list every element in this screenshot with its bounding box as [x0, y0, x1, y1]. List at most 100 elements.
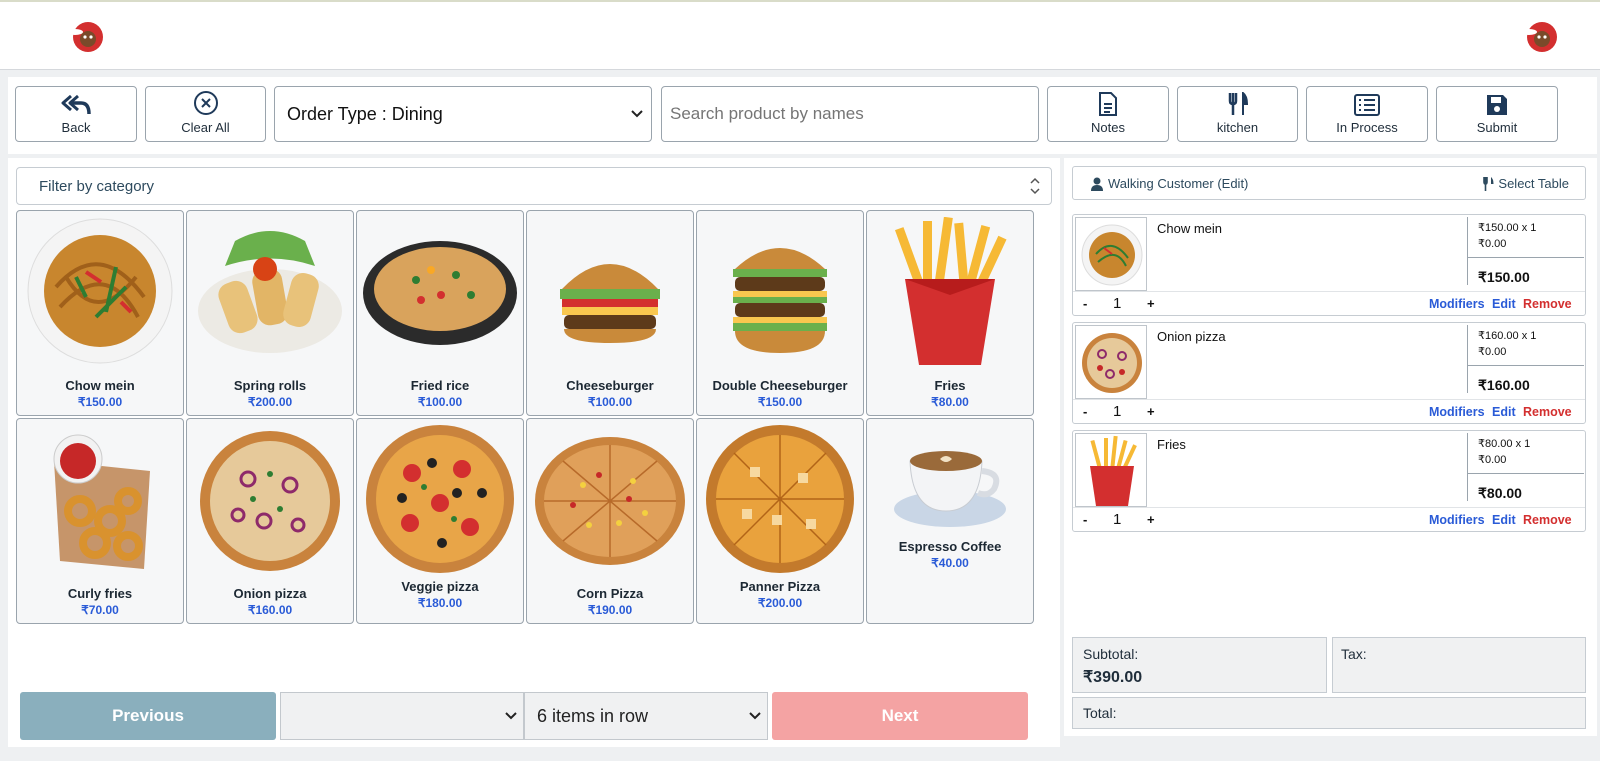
select-table-button[interactable]: Select Table — [1482, 176, 1569, 191]
product-card-espresso-coffee[interactable]: Espresso Coffee ₹40.00 — [866, 418, 1034, 624]
product-price: ₹70.00 — [81, 603, 119, 617]
order-type-select[interactable]: Order Type : Dining — [274, 86, 652, 142]
quantity-value[interactable]: 1 — [1113, 511, 1121, 528]
previous-button[interactable]: Previous — [20, 692, 276, 740]
increment-button[interactable]: + — [1147, 512, 1155, 527]
edit-link[interactable]: Edit — [1492, 513, 1516, 527]
subtotal-box: Subtotal: ₹390.00 — [1072, 637, 1327, 693]
order-item-price-box: ₹160.00 x 1 ₹0.00 ₹160.00 — [1467, 325, 1584, 393]
decrement-button[interactable]: - — [1083, 404, 1087, 419]
order-item-price-box: ₹80.00 x 1 ₹0.00 ₹80.00 — [1467, 433, 1584, 501]
product-card-double-cheeseburger[interactable]: Double Cheeseburger ₹150.00 — [696, 210, 864, 416]
items-per-row-value: 6 items in row — [537, 705, 649, 726]
order-item-controls: - 1 + Modifiers Edit Remove — [1073, 399, 1585, 423]
product-card-spring-rolls[interactable]: Spring rolls ₹200.00 — [186, 210, 354, 416]
order-item-total: ₹160.00 — [1478, 377, 1530, 393]
chevron-down-icon — [631, 110, 643, 118]
order-item-discount-line: ₹0.00 — [1478, 454, 1507, 466]
reply-all-icon — [61, 94, 91, 115]
product-price: ₹180.00 — [417, 596, 463, 610]
customer-bar: Walking Customer (Edit) Select Table — [1072, 166, 1586, 200]
quantity-value[interactable]: 1 — [1113, 295, 1121, 312]
utensils-icon — [1228, 92, 1248, 115]
next-label: Next — [881, 706, 919, 725]
order-item-thumbnail — [1075, 217, 1147, 291]
decrement-button[interactable]: - — [1083, 512, 1087, 527]
remove-link[interactable]: Remove — [1523, 297, 1572, 311]
product-card-curly-fries[interactable]: Curly fries ₹70.00 — [16, 418, 184, 624]
order-item-unit-line: ₹150.00 x 1 — [1478, 222, 1537, 234]
items-per-row-select[interactable]: 6 items in row — [524, 692, 768, 740]
in-process-label: In Process — [1336, 120, 1398, 135]
product-name: Spring rolls — [233, 378, 307, 393]
increment-button[interactable]: + — [1147, 296, 1155, 311]
utensils-icon — [1483, 176, 1494, 191]
subtotal-label: Subtotal: — [1083, 646, 1139, 662]
product-panel: Filter by category Chow mein ₹150.00 Spr… — [8, 158, 1060, 747]
clear-all-button[interactable]: Clear All — [145, 86, 266, 142]
total-box: Total: — [1072, 697, 1586, 729]
product-card-fries[interactable]: Fries ₹80.00 — [866, 210, 1034, 416]
order-item-discount-line: ₹0.00 — [1478, 238, 1507, 250]
updown-chevron-icon — [1030, 177, 1040, 195]
product-price: ₹200.00 — [247, 395, 293, 409]
submit-button[interactable]: Submit — [1436, 86, 1558, 142]
product-card-fried-rice[interactable]: Fried rice ₹100.00 — [356, 210, 524, 416]
order-item-discount-line: ₹0.00 — [1478, 346, 1507, 358]
customer-button[interactable]: Walking Customer (Edit) — [1091, 176, 1248, 191]
order-item-name: Fries — [1157, 437, 1186, 452]
product-name: Onion pizza — [233, 586, 307, 601]
order-item-controls: - 1 + Modifiers Edit Remove — [1073, 291, 1585, 315]
previous-label: Previous — [112, 706, 184, 725]
panner-pizza-image — [706, 425, 854, 573]
onion-pizza-image — [200, 431, 340, 571]
order-item-name: Onion pizza — [1157, 329, 1226, 344]
quantity-value[interactable]: 1 — [1113, 403, 1121, 420]
page-select[interactable] — [280, 692, 524, 740]
remove-link[interactable]: Remove — [1523, 405, 1572, 419]
back-button[interactable]: Back — [15, 86, 137, 142]
fries-image — [894, 217, 1007, 365]
product-price: ₹100.00 — [417, 395, 463, 409]
product-price: ₹100.00 — [587, 395, 633, 409]
product-price: ₹150.00 — [757, 395, 803, 409]
decrement-button[interactable]: - — [1083, 296, 1087, 311]
search-input[interactable] — [661, 86, 1039, 142]
modifiers-link[interactable]: Modifiers — [1429, 513, 1485, 527]
kitchen-button[interactable]: kitchen — [1177, 86, 1298, 142]
product-card-corn-pizza[interactable]: Corn Pizza ₹190.00 — [526, 418, 694, 624]
next-button[interactable]: Next — [772, 692, 1028, 740]
modifiers-link[interactable]: Modifiers — [1429, 405, 1485, 419]
order-item-unit-line: ₹160.00 x 1 — [1478, 330, 1537, 342]
order-item-controls: - 1 + Modifiers Edit Remove — [1073, 507, 1585, 531]
order-item-price-box: ₹150.00 x 1 ₹0.00 ₹150.00 — [1467, 217, 1584, 285]
select-table-label: Select Table — [1498, 176, 1569, 191]
product-card-cheeseburger[interactable]: Cheeseburger ₹100.00 — [526, 210, 694, 416]
product-card-panner-pizza[interactable]: Panner Pizza ₹200.00 — [696, 418, 864, 624]
product-price: ₹40.00 — [931, 556, 969, 570]
product-card-veggie-pizza[interactable]: Veggie pizza ₹180.00 — [356, 418, 524, 624]
product-name: Chow mein — [65, 378, 135, 393]
edit-link[interactable]: Edit — [1492, 297, 1516, 311]
product-card-chow-mein[interactable]: Chow mein ₹150.00 — [16, 210, 184, 416]
espresso-coffee-image — [894, 451, 1006, 527]
increment-button[interactable]: + — [1147, 404, 1155, 419]
toolbar: Back Clear All Order Type : Dining Notes… — [8, 77, 1597, 154]
back-label: Back — [61, 120, 91, 135]
remove-link[interactable]: Remove — [1523, 513, 1572, 527]
edit-link[interactable]: Edit — [1492, 405, 1516, 419]
in-process-button[interactable]: In Process — [1306, 86, 1428, 142]
kitchen-label: kitchen — [1216, 120, 1259, 135]
tax-box: Tax: — [1332, 637, 1586, 693]
modifiers-link[interactable]: Modifiers — [1429, 297, 1485, 311]
product-card-onion-pizza[interactable]: Onion pizza ₹160.00 — [186, 418, 354, 624]
product-price: ₹190.00 — [587, 603, 633, 617]
notes-label: Notes — [1091, 120, 1125, 135]
order-item-thumbnail — [1075, 433, 1147, 507]
submit-label: Submit — [1476, 120, 1518, 135]
category-filter-select[interactable]: Filter by category — [16, 167, 1052, 205]
order-item: Chow mein ₹150.00 x 1 ₹0.00 ₹150.00 - 1 … — [1072, 214, 1586, 316]
notes-button[interactable]: Notes — [1047, 86, 1169, 142]
order-item: Onion pizza ₹160.00 x 1 ₹0.00 ₹160.00 - … — [1072, 322, 1586, 424]
product-name: Fries — [934, 378, 966, 393]
